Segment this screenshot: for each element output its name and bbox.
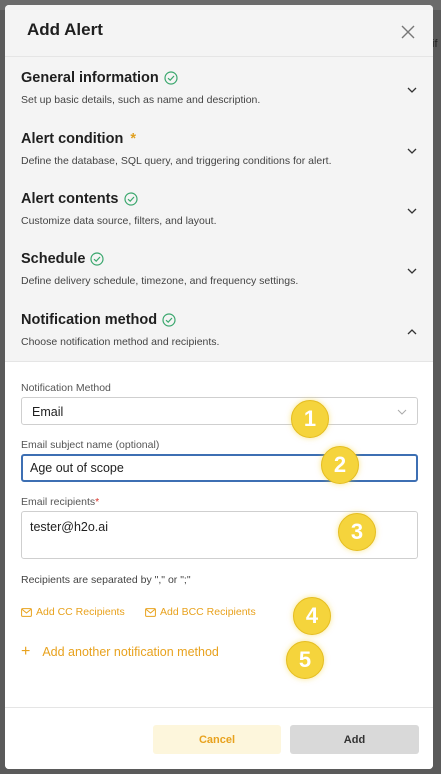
chevron-down-icon <box>407 268 417 274</box>
close-icon <box>401 25 415 39</box>
chevron-down-icon <box>407 148 417 154</box>
plus-icon: + <box>21 643 31 660</box>
subject-label: Email subject name (optional) <box>21 439 160 451</box>
annotation-badge: 1 <box>291 400 329 438</box>
recipients-label-text: Email recipients <box>21 496 96 508</box>
notification-form: Notification Method Email Email subject … <box>5 361 433 713</box>
check-circle-icon <box>162 313 176 327</box>
annotation-badge: 3 <box>338 513 376 551</box>
chevron-up-icon <box>407 329 417 335</box>
add-button[interactable]: Add <box>290 725 419 754</box>
modal-footer: Cancel Add <box>5 707 433 769</box>
section-alert-contents[interactable]: Alert contents Customize data source, fi… <box>5 178 433 238</box>
section-title: General information <box>21 70 159 86</box>
section-alert-condition[interactable]: Alert condition * Define the database, S… <box>5 118 433 178</box>
annotation-badge: 4 <box>293 597 331 635</box>
select-value: Email <box>32 405 64 419</box>
section-description: Customize data source, filters, and layo… <box>21 215 217 227</box>
section-title: Notification method <box>21 312 158 328</box>
recipients-helper: Recipients are separated by "," or ";" <box>21 574 191 586</box>
recipients-label: Email recipients* <box>21 496 99 508</box>
section-title: Alert condition <box>21 131 124 147</box>
close-button[interactable] <box>398 22 418 42</box>
accordion-sections: General information Set up basic details… <box>5 57 433 361</box>
section-schedule[interactable]: Schedule Define delivery schedule, timez… <box>5 238 433 298</box>
section-description: Set up basic details, such as name and d… <box>21 94 261 106</box>
required-marker: * <box>130 131 136 147</box>
chevron-down-icon <box>397 409 407 415</box>
section-general-information[interactable]: General information Set up basic details… <box>5 57 433 117</box>
annotation-badge: 2 <box>321 446 359 484</box>
required-marker: * <box>95 496 100 508</box>
annotation-badge: 5 <box>286 641 324 679</box>
chevron-down-icon <box>407 87 417 93</box>
section-description: Define delivery schedule, timezone, and … <box>21 275 299 287</box>
add-cc-recipients-button[interactable]: Add CC Recipients <box>21 606 125 618</box>
section-title: Alert contents <box>21 191 119 207</box>
add-bcc-recipients-button[interactable]: Add BCC Recipients <box>145 606 256 618</box>
add-alert-modal: Add Alert General information Set up bas… <box>5 5 433 769</box>
add-method-label: Add another notification method <box>42 645 219 659</box>
mail-icon <box>145 607 156 617</box>
section-notification-method[interactable]: Notification method Choose notification … <box>5 299 433 359</box>
section-description: Choose notification method and recipient… <box>21 336 220 348</box>
check-circle-icon <box>123 192 138 206</box>
section-title: Schedule <box>21 251 86 267</box>
add-notification-method-button[interactable]: + Add another notification method <box>21 643 219 660</box>
modal-title: Add Alert <box>27 20 103 39</box>
method-label: Notification Method <box>21 382 111 394</box>
add-cc-label: Add CC Recipients <box>36 606 125 618</box>
check-circle-icon <box>164 71 178 85</box>
mail-icon <box>21 607 32 617</box>
chevron-down-icon <box>407 208 417 214</box>
check-circle-icon <box>90 252 105 266</box>
cancel-button[interactable]: Cancel <box>153 725 281 754</box>
modal-header: Add Alert <box>5 5 433 57</box>
add-bcc-label: Add BCC Recipients <box>160 606 256 618</box>
section-description: Define the database, SQL query, and trig… <box>21 155 332 167</box>
notification-method-select[interactable]: Email <box>21 397 418 425</box>
